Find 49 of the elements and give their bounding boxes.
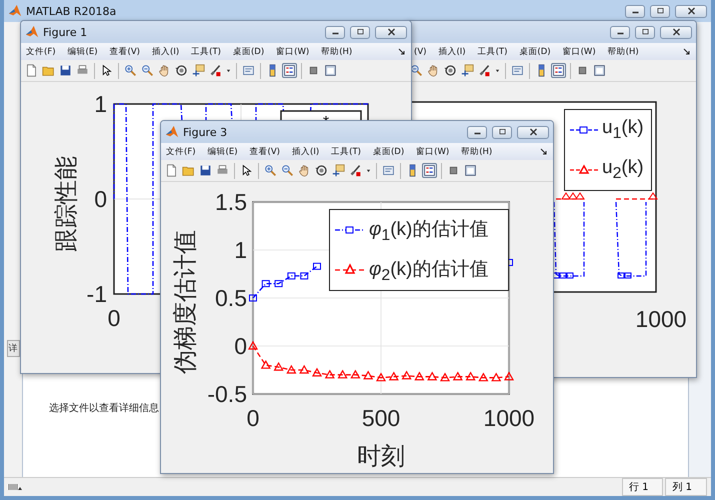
menu-item[interactable]: 插入(I) xyxy=(438,46,466,58)
menu-item[interactable]: 工具(T) xyxy=(191,46,221,58)
tick-label: 1 xyxy=(234,237,247,263)
tick-label: 0.5 xyxy=(215,285,247,311)
window-title: MATLAB R2018a xyxy=(26,4,116,18)
menu-item[interactable]: (V) xyxy=(414,46,426,56)
menu-item[interactable]: 窗口(W) xyxy=(276,46,310,58)
tick-label: 0 xyxy=(94,186,107,212)
menu-item[interactable]: 文件(F) xyxy=(26,46,56,58)
menu-item[interactable]: 窗口(W) xyxy=(416,146,450,158)
menu-item[interactable]: 文件(F) xyxy=(166,146,196,158)
menu-item[interactable]: 插入(I) xyxy=(152,46,180,58)
details-hint: 选择文件以查看详细信息 xyxy=(49,402,159,415)
menu-item[interactable]: 帮助(H) xyxy=(461,146,492,158)
legend-label: u$_{1}$(k) xyxy=(602,117,644,143)
menu-item[interactable]: 工具(T) xyxy=(478,46,508,58)
column-indicator: 列 1 xyxy=(665,478,707,496)
axis-label: 伪梯度估计值 xyxy=(172,230,199,374)
legend-label: u$_{2}$(k) xyxy=(602,157,644,183)
menu-item[interactable]: 工具(T) xyxy=(331,146,361,158)
menu-item[interactable]: 窗口(W) xyxy=(562,46,596,58)
legend-label: φ$_{2}$(k)的估计值 xyxy=(369,258,488,284)
axis-label: 时刻 xyxy=(357,443,405,470)
tick-label: 0 xyxy=(108,305,120,331)
menu-item[interactable]: 查看(V) xyxy=(250,146,280,158)
panel-tab[interactable]: 详 xyxy=(6,340,20,357)
tick-label: 1000 xyxy=(483,405,535,431)
tick-label: 0 xyxy=(246,405,260,431)
menu-item[interactable]: 插入(I) xyxy=(292,146,320,158)
window-title: Figure 3 xyxy=(183,126,228,138)
axis-label: 跟踪性能 xyxy=(53,156,80,252)
tick-label: 1.5 xyxy=(215,189,247,215)
tick-label: 1 xyxy=(94,91,107,117)
tick-label: -1 xyxy=(86,281,107,307)
legend-label: φ$_{1}$(k)的估计值 xyxy=(369,218,488,244)
menu-item[interactable]: 帮助(H) xyxy=(321,46,352,58)
window-title: Figure 1 xyxy=(43,26,88,38)
menu-item[interactable]: 查看(V) xyxy=(110,46,140,58)
menu-item[interactable]: 桌面(D) xyxy=(372,146,404,158)
tick-label: 500 xyxy=(362,405,400,431)
tick-label: -0.5 xyxy=(207,381,247,407)
row-indicator: 行 1 xyxy=(622,478,664,496)
menu-item[interactable]: 桌面(D) xyxy=(519,46,551,58)
tick-label: 1000 xyxy=(635,306,687,332)
menu-item[interactable]: 帮助(H) xyxy=(608,46,639,58)
menu-item[interactable]: 编辑(E) xyxy=(208,146,238,158)
menu-item[interactable]: 桌面(D) xyxy=(232,46,264,58)
menu-item[interactable]: 编辑(E) xyxy=(68,46,98,58)
tick-label: 0 xyxy=(234,333,247,359)
